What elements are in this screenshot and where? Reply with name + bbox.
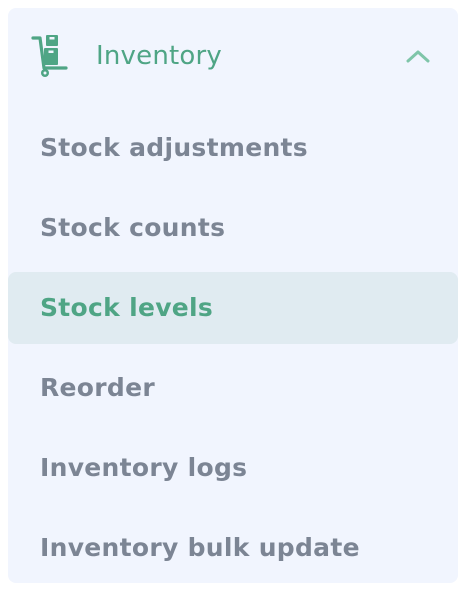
- inventory-section-header[interactable]: Inventory: [8, 8, 458, 104]
- nav-item-stock-adjustments[interactable]: Stock adjustments: [8, 112, 458, 184]
- nav-item-label: Inventory bulk update: [40, 533, 360, 562]
- nav-item-inventory-bulk-update[interactable]: Inventory bulk update: [8, 512, 458, 584]
- nav-item-label: Stock adjustments: [40, 133, 308, 162]
- nav-item-inventory-logs[interactable]: Inventory logs: [8, 432, 458, 504]
- nav-item-label: Stock counts: [40, 213, 226, 242]
- nav-item-reorder[interactable]: Reorder: [8, 352, 458, 424]
- nav-item-label: Stock levels: [40, 293, 214, 322]
- nav-item-stock-counts[interactable]: Stock counts: [8, 192, 458, 264]
- inventory-nav-panel: Inventory Stock adjustments Stock counts…: [8, 8, 458, 583]
- nav-item-label: Inventory logs: [40, 453, 248, 482]
- chevron-up-icon[interactable]: [404, 44, 432, 68]
- section-title: Inventory: [96, 41, 222, 71]
- nav-item-label: Reorder: [40, 373, 155, 402]
- hand-truck-icon: [30, 34, 70, 78]
- nav-item-stock-levels[interactable]: Stock levels: [8, 272, 458, 344]
